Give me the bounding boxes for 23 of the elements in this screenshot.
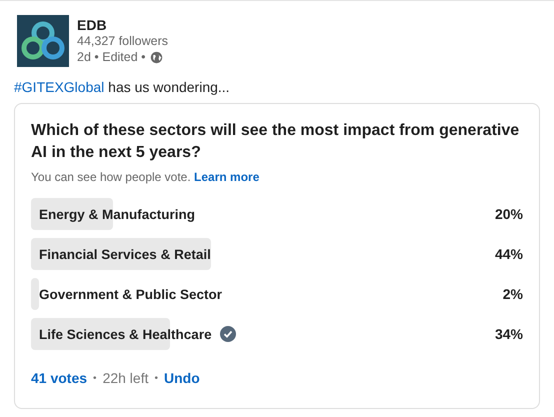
- poll-question: Which of these sectors will see the most impact from generative AI in the next 5 years?: [31, 121, 520, 163]
- undo-link[interactable]: Undo: [164, 370, 200, 386]
- separator-dot: •: [93, 372, 97, 384]
- option-label: Financial Services & Retail: [38, 246, 211, 262]
- poll-note: You can see how people vote.: [31, 170, 191, 184]
- learn-more-link[interactable]: Learn more: [194, 170, 260, 184]
- option-label: Life Sciences & Healthcare: [38, 326, 212, 342]
- follower-count: 44,327 followers: [77, 33, 168, 49]
- option-percent: 44%: [494, 246, 523, 262]
- globe-icon: [150, 50, 163, 64]
- option-percent: 20%: [494, 206, 523, 222]
- author-name[interactable]: EDB: [77, 17, 168, 33]
- option-percent: 2%: [502, 286, 523, 302]
- post-meta: 2d • Edited •: [77, 49, 146, 65]
- option-percent: 34%: [494, 326, 523, 342]
- option-label: Energy & Manufacturing: [38, 206, 196, 222]
- hashtag-link[interactable]: #GITEXGlobal: [14, 79, 104, 95]
- company-logo[interactable]: [17, 15, 69, 67]
- votes-link[interactable]: 41 votes: [31, 370, 88, 386]
- time-left: 22h left: [102, 370, 148, 386]
- separator-dot: •: [154, 372, 158, 384]
- post-text: has us wondering...: [107, 79, 230, 95]
- option-label: Government & Public Sector: [38, 286, 222, 302]
